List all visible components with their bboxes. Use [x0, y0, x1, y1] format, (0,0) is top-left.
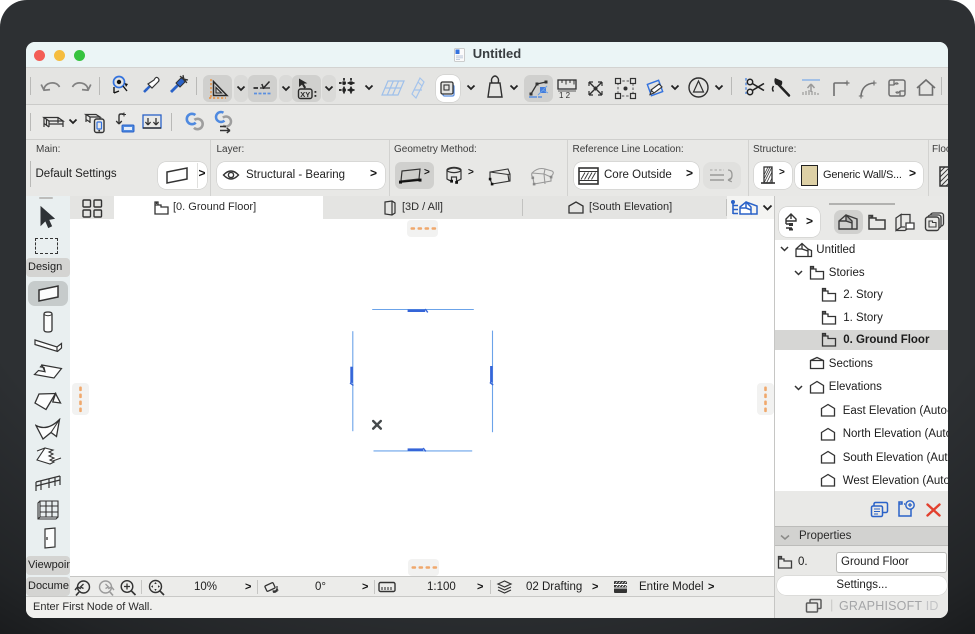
- svg-text:XY: XY: [300, 90, 310, 99]
- svg-text:1 2: 1 2: [559, 91, 571, 100]
